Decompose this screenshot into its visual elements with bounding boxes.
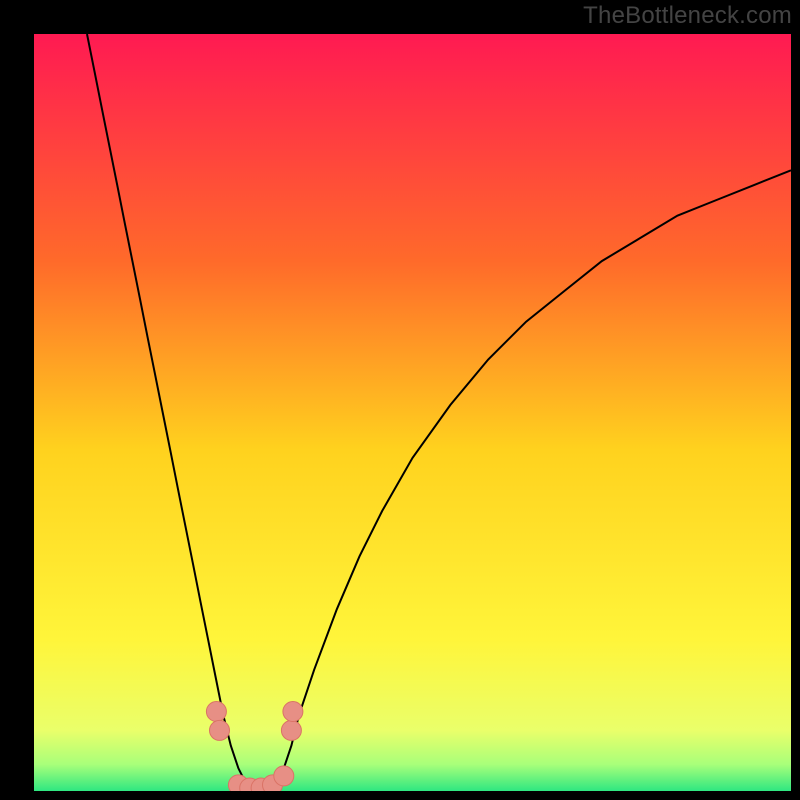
curve-marker	[206, 702, 226, 722]
chart-frame: TheBottleneck.com	[0, 0, 800, 800]
curve-marker	[274, 766, 294, 786]
plot-svg	[34, 34, 791, 791]
watermark-text: TheBottleneck.com	[583, 2, 792, 30]
curve-marker	[210, 720, 230, 740]
gradient-background	[34, 34, 791, 791]
curve-marker	[281, 720, 301, 740]
curve-marker	[283, 702, 303, 722]
plot-area	[34, 34, 791, 791]
